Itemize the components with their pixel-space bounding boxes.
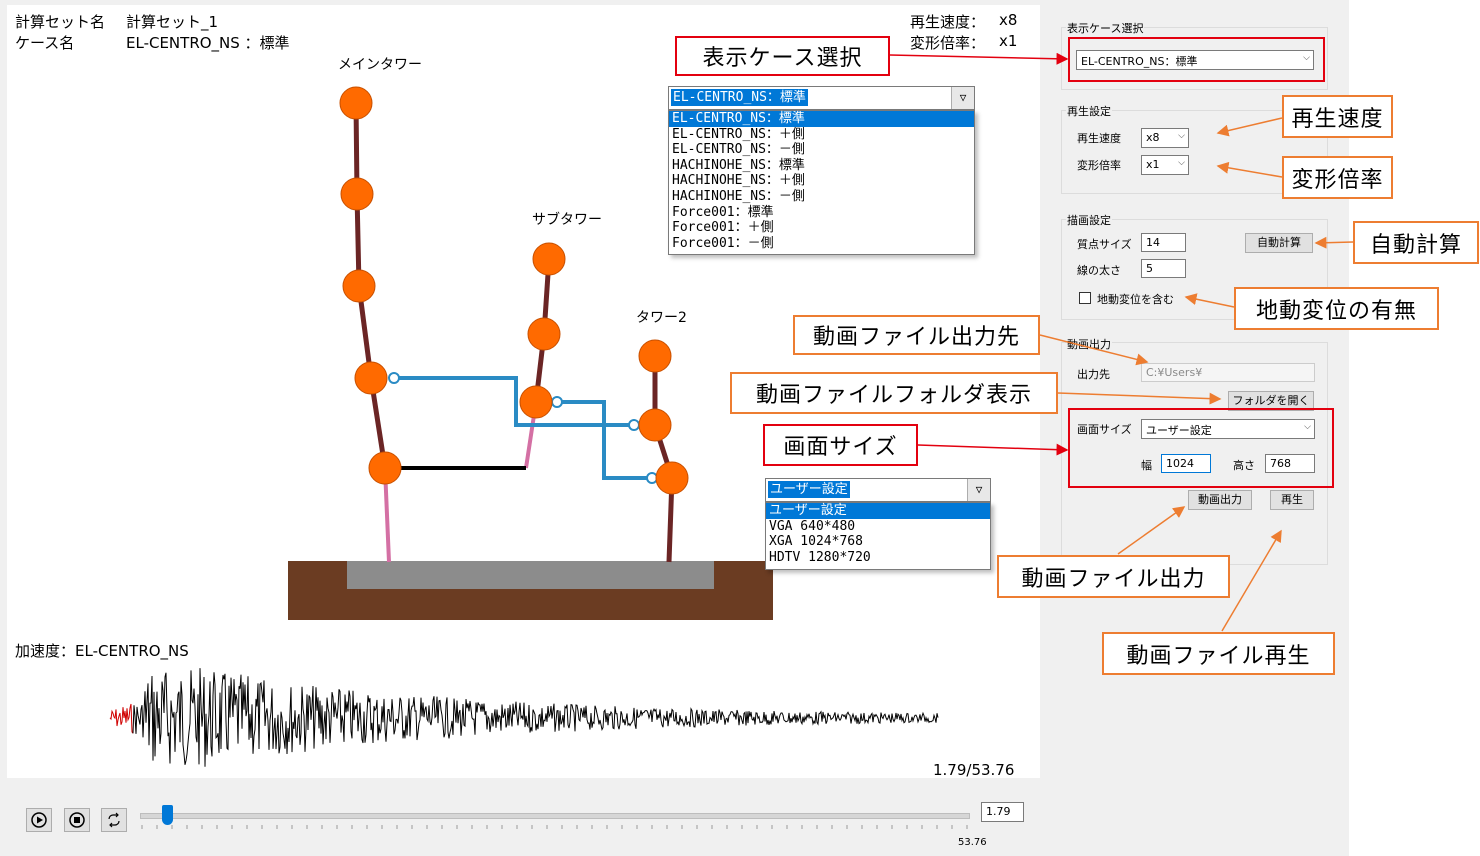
callout-video-play: 動画ファイル再生 bbox=[1102, 632, 1335, 675]
callout-video-dest: 動画ファイル出力先 bbox=[793, 315, 1040, 355]
callout-auto-calc: 自動計算 bbox=[1353, 221, 1479, 264]
callout-arrows bbox=[889, 52, 1354, 632]
callout-screen-size: 画面サイズ bbox=[763, 424, 918, 466]
callout-scale: 変形倍率 bbox=[1282, 156, 1393, 199]
callout-case-select: 表示ケース選択 bbox=[675, 36, 890, 76]
callout-speed: 再生速度 bbox=[1282, 95, 1393, 138]
callout-folder-show: 動画ファイルフォルダ表示 bbox=[730, 372, 1058, 414]
callout-video-out: 動画ファイル出力 bbox=[997, 555, 1230, 598]
callout-ground: 地動変位の有無 bbox=[1234, 287, 1439, 330]
